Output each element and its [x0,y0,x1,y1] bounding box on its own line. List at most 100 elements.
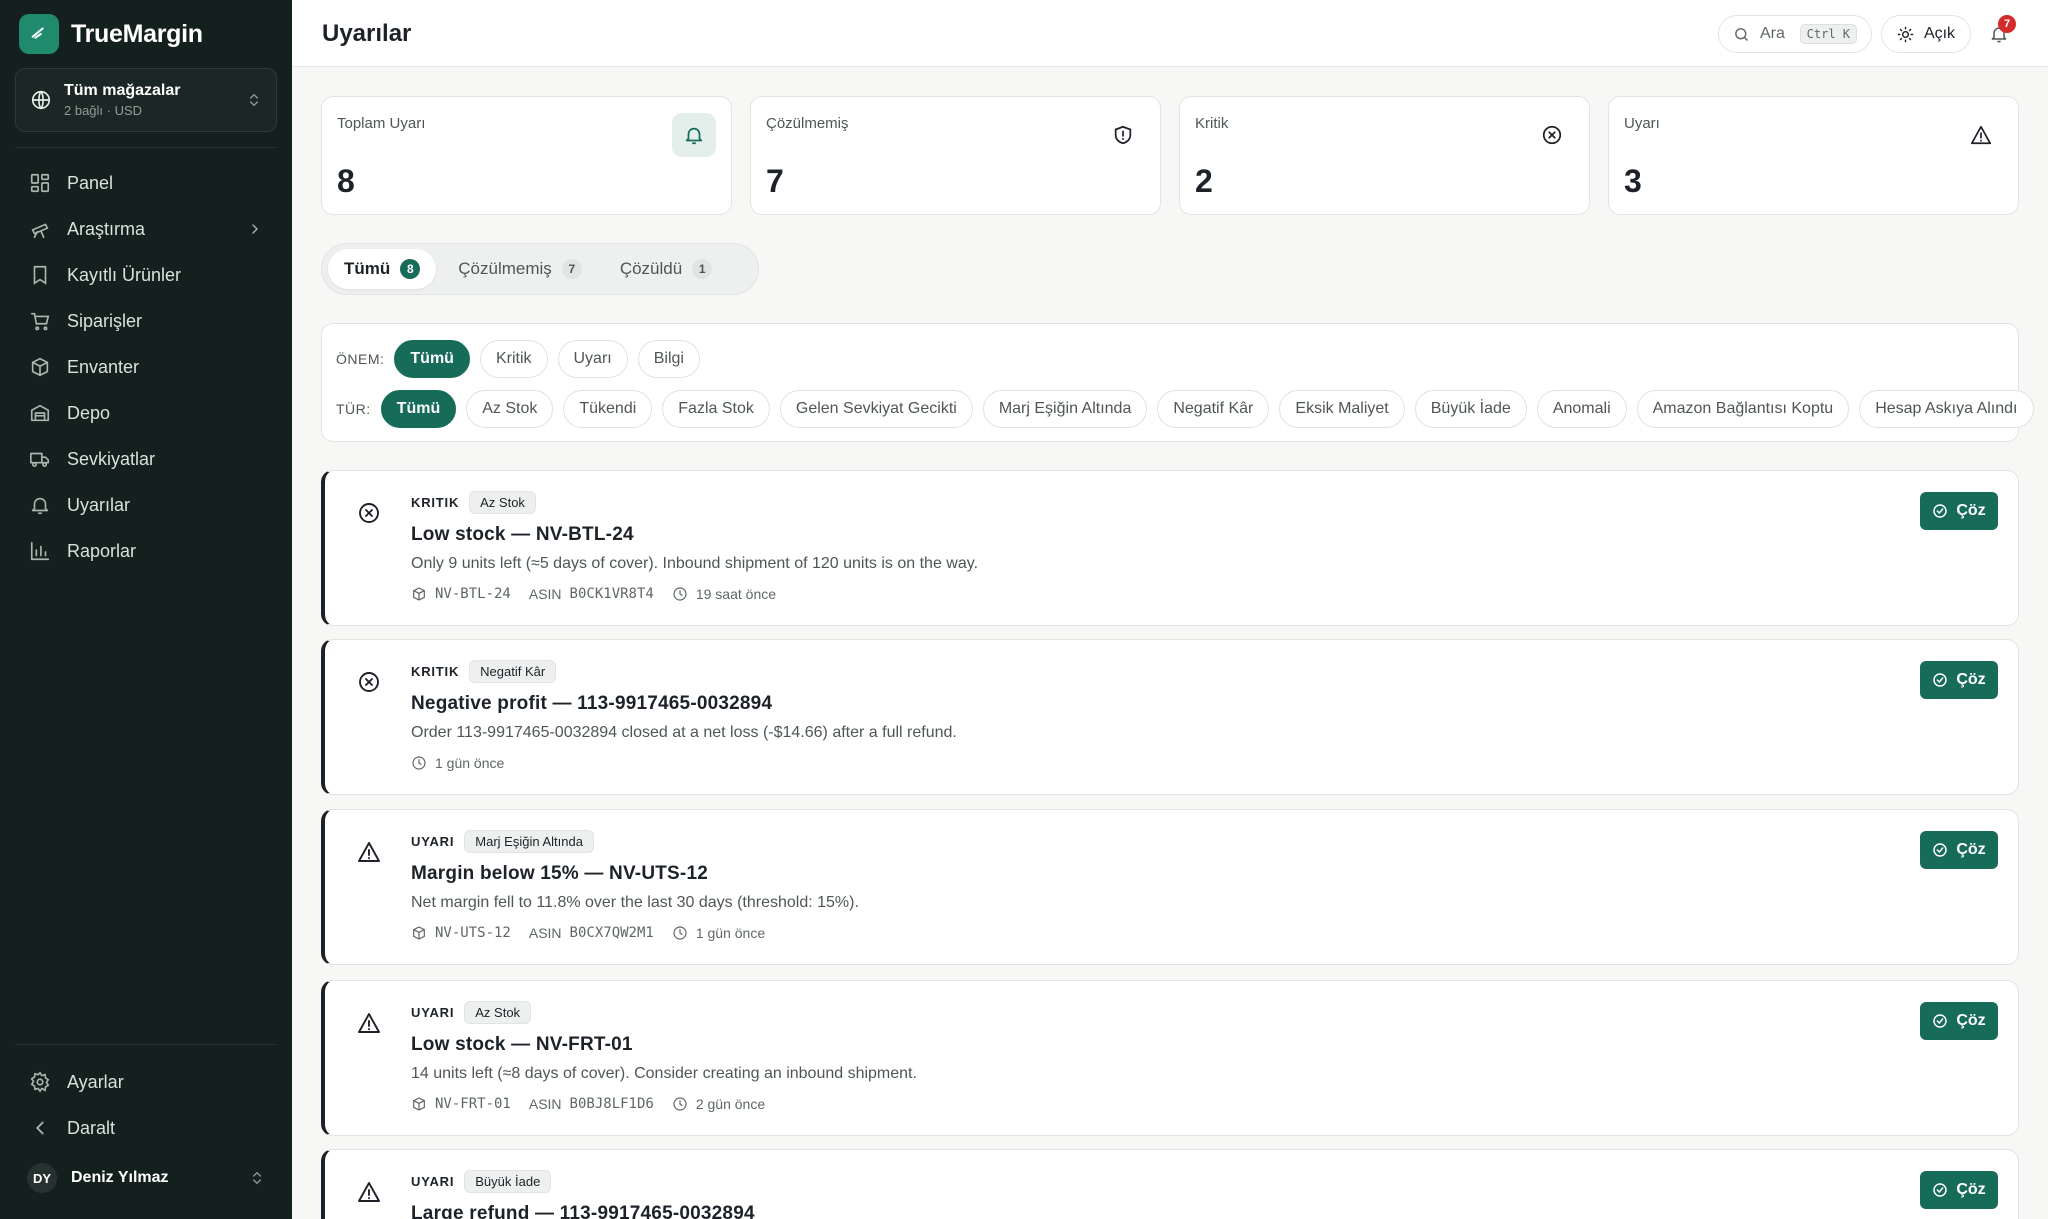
sidebar-item-inventory[interactable]: Envanter [15,344,277,390]
severity-chip-info[interactable]: Bilgi [637,340,700,378]
circle-x-icon [1530,113,1574,157]
sidebar-item-orders[interactable]: Siparişler [15,298,277,344]
sidebar-divider [15,147,277,148]
tab-resolved[interactable]: Çözüldü 1 [604,249,728,289]
store-subtitle: 2 bağlı · USD [64,103,143,118]
notifications-button[interactable]: 7 [1980,15,2018,53]
severity-label: KRITIK [411,664,460,679]
clock-icon [673,926,687,940]
brand[interactable]: TrueMargin [19,14,203,54]
sidebar-item-saved-products[interactable]: Kayıtlı Ürünler [15,252,277,298]
type-chip[interactable]: Tümü [380,390,457,428]
resolve-label: Çöz [1956,502,1986,519]
type-chip[interactable]: Fazla Stok [662,390,770,428]
stat-card-unresolved: Çözülmemiş 7 [750,96,1161,215]
severity-chip-all[interactable]: Tümü [394,340,470,378]
gear-icon [30,1071,50,1093]
stat-label: Toplam Uyarı [337,115,426,132]
alert-title: Negative profit — 113-9917465-0032894 [411,693,773,714]
alert-sku: NV-UTS-12 [435,925,511,941]
sidebar-bottom-nav: Ayarlar Daralt [15,1059,277,1151]
circle-check-icon [1933,843,1948,857]
resolve-button[interactable]: Çöz [1920,831,1998,869]
alert-card: UYARI Marj Eşiğin Altında Margin below 1… [321,809,2019,965]
resolve-button[interactable]: Çöz [1920,1171,1998,1209]
sidebar-item-panel[interactable]: Panel [15,160,277,206]
tab-label: Tümü [344,259,391,278]
severity-filter-label: ÖNEM: [336,351,385,367]
tab-label: Çözüldü [619,259,683,278]
sidebar-item-label: Kayıtlı Ürünler [67,264,182,285]
alert-type-badge: Az Stok [469,491,536,514]
alert-card: UYARI Az Stok Low stock — NV-FRT-01 14 u… [321,980,2019,1136]
user-menu[interactable]: DY Deniz Yılmaz [15,1158,277,1198]
stat-card-total: Toplam Uyarı 8 [321,96,732,215]
bell-icon [31,497,49,515]
alert-title: Low stock — NV-BTL-24 [411,524,634,545]
status-tabs: Tümü 8 Çözülmemiş 7 Çözüldü 1 [321,243,759,295]
sidebar-item-alerts[interactable]: Uyarılar [15,482,277,528]
resolve-button[interactable]: Çöz [1920,661,1998,699]
tab-unresolved[interactable]: Çözülmemiş 7 [442,249,598,289]
sidebar-item-shipments[interactable]: Sevkiyatlar [15,436,277,482]
asin-label: ASIN [528,925,562,941]
bell-icon [672,113,716,157]
type-chip[interactable]: Eksik Maliyet [1279,390,1405,428]
circle-x-icon [359,672,379,692]
type-chip[interactable]: Az Stok [466,390,554,428]
type-chip[interactable]: Negatif Kâr [1157,390,1270,428]
sidebar-item-label: Araştırma [67,218,146,239]
search-icon [1735,27,1748,41]
sidebar-item-label: Uyarılar [67,494,131,515]
sidebar-item-warehouse[interactable]: Depo [15,390,277,436]
chevron-right-icon [252,224,258,234]
sidebar-item-label: Daralt [67,1117,116,1138]
severity-chip-critical[interactable]: Kritik [479,340,548,378]
type-chip[interactable]: Marj Eşiğin Altında [982,390,1148,428]
sidebar-item-label: Ayarlar [67,1071,124,1092]
type-chip[interactable]: Amazon Bağlantısı Koptu [1636,390,1850,428]
alert-time: 1 gün önce [435,755,505,771]
sidebar-item-label: Panel [67,172,114,193]
asin-label: ASIN [528,1096,562,1112]
alert-description: Net margin fell to 11.8% over the last 3… [411,894,859,911]
sidebar-item-reports[interactable]: Raporlar [15,528,277,574]
avatar: DY [27,1163,57,1193]
resolve-label: Çöz [1956,841,1986,858]
theme-toggle[interactable]: Açık [1881,15,1971,53]
circle-check-icon [1933,1183,1948,1197]
store-selector[interactable]: Tüm mağazalar 2 bağlı · USD [15,68,277,132]
severity-label: KRITIK [411,495,460,510]
search-button[interactable]: Ara Ctrl K [1718,15,1872,53]
alert-type-badge: Az Stok [464,1001,532,1024]
resolve-button[interactable]: Çöz [1920,492,1998,530]
asin-label: ASIN [528,586,562,602]
severity-label: UYARI [411,1005,455,1020]
warehouse-icon [30,404,50,422]
sidebar-divider [15,1044,277,1045]
alert-sku: NV-BTL-24 [435,586,511,602]
resolve-button[interactable]: Çöz [1920,1002,1998,1040]
stat-label: Çözülmemiş [766,115,849,132]
severity-chip-warning[interactable]: Uyarı [557,340,628,378]
triangle-alert-icon [358,842,380,862]
sidebar-item-settings[interactable]: Ayarlar [15,1059,277,1105]
triangle-alert-icon [1959,113,2003,157]
sidebar-item-label: Depo [67,402,111,423]
stat-value: 3 [1624,163,1642,199]
globe-icon [31,90,51,110]
tab-count: 7 [561,259,582,279]
type-filter-row: TÜR: Tümü Az Stok Tükendi Fazla Stok Gel… [336,390,2034,428]
resolve-label: Çöz [1956,671,1986,688]
type-chip[interactable]: Gelen Sevkiyat Gecikti [779,390,973,428]
tab-all[interactable]: Tümü 8 [328,249,437,289]
type-chip[interactable]: Anomali [1536,390,1627,428]
alert-title: Margin below 15% — NV-UTS-12 [411,863,708,884]
sidebar-collapse-button[interactable]: Daralt [15,1105,277,1151]
type-chip[interactable]: Hesap Askıya Alındı [1859,390,2034,428]
type-chip[interactable]: Tükendi [563,390,653,428]
box-icon [413,587,425,601]
clock-icon [673,587,687,601]
sidebar-item-research[interactable]: Araştırma [15,206,277,252]
type-chip[interactable]: Büyük İade [1414,390,1527,428]
